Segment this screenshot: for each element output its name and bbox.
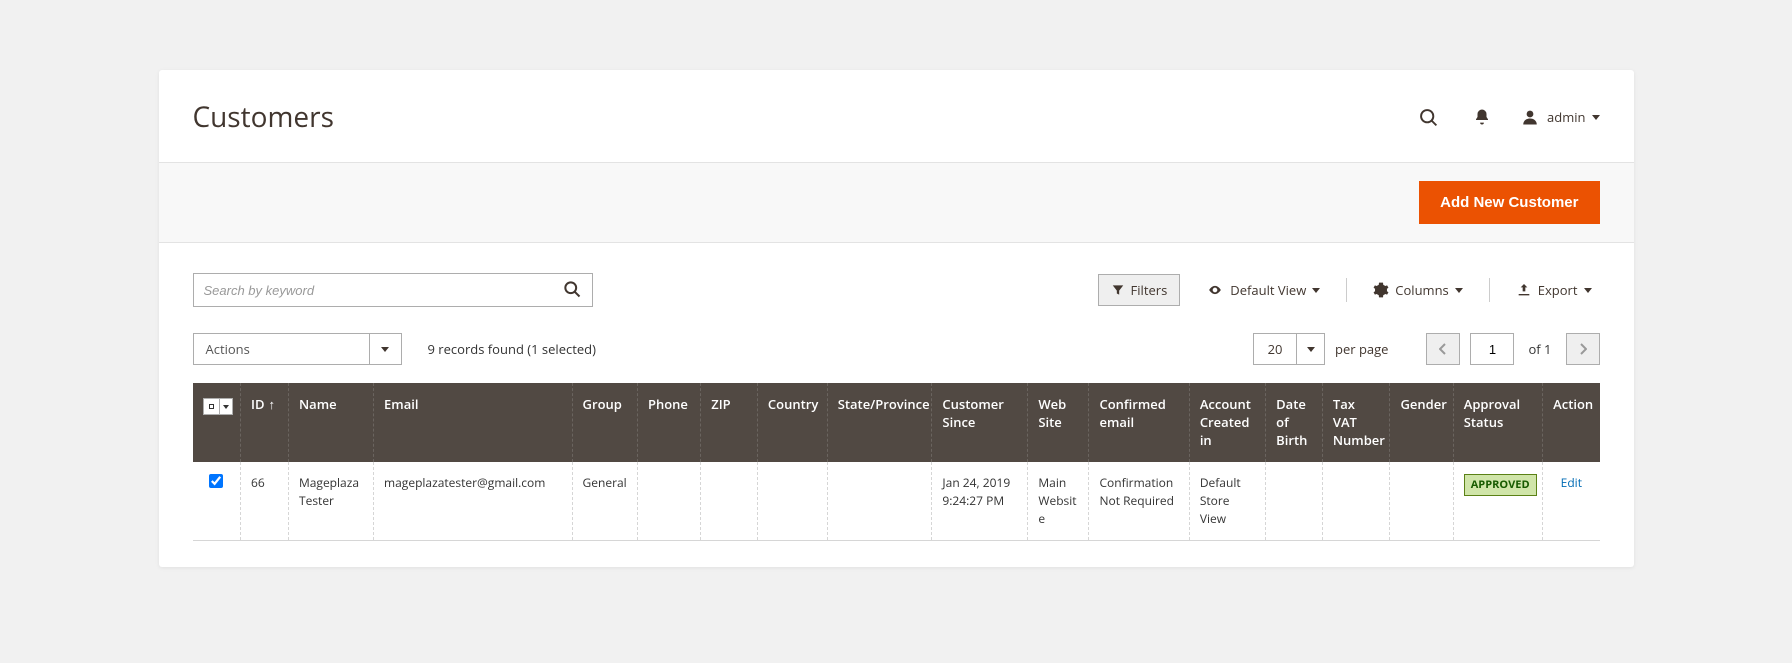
row-checkbox[interactable] [209, 474, 223, 488]
table-row[interactable]: 66 Mageplaza Tester mageplazatester@gmai… [193, 462, 1600, 541]
col-header-site[interactable]: Web Site [1028, 383, 1089, 462]
cell-zip [701, 462, 758, 541]
filters-button[interactable]: Filters [1098, 274, 1181, 306]
col-header-vat[interactable]: Tax VAT Number [1322, 383, 1390, 462]
export-dropdown[interactable]: Export [1508, 275, 1600, 305]
records-found-text: 9 records found (1 selected) [428, 340, 596, 358]
edit-link[interactable]: Edit [1561, 474, 1582, 491]
add-new-customer-button[interactable]: Add New Customer [1419, 181, 1599, 224]
search-input-wrap [193, 273, 593, 307]
user-icon [1521, 108, 1539, 126]
columns-dropdown[interactable]: Columns [1365, 275, 1470, 305]
chevron-down-icon [1584, 288, 1592, 293]
col-header-country[interactable]: Country [757, 383, 827, 462]
cell-id: 66 [240, 462, 288, 541]
chevron-down-icon [1592, 115, 1600, 120]
actions-label: Actions [194, 334, 369, 364]
default-view-label: Default View [1230, 281, 1306, 299]
chevron-down-icon [1455, 288, 1463, 293]
cell-group: General [572, 462, 637, 541]
cell-gender [1390, 462, 1453, 541]
cell-account-in: Default Store View [1189, 462, 1265, 541]
col-header-email[interactable]: Email [374, 383, 573, 462]
actions-dropdown[interactable]: Actions [193, 333, 402, 365]
per-page-value: 20 [1254, 334, 1296, 364]
per-page-dropdown[interactable]: 20 [1253, 333, 1325, 365]
page-title: Customers [193, 98, 334, 136]
cell-name: Mageplaza Tester [288, 462, 373, 541]
cell-state [827, 462, 932, 541]
cell-site: Main Website [1028, 462, 1089, 541]
notifications-button[interactable] [1469, 104, 1495, 130]
per-page-label: per page [1335, 340, 1388, 358]
per-page-caret [1296, 334, 1324, 364]
col-header-confirmed[interactable]: Confirmed email [1089, 383, 1189, 462]
eye-icon [1206, 283, 1224, 297]
cell-dob [1266, 462, 1323, 541]
next-page-button[interactable] [1566, 333, 1600, 365]
col-header-account-in[interactable]: Account Created in [1189, 383, 1265, 462]
col-header-id[interactable]: ID↑ [240, 383, 288, 462]
export-label: Export [1538, 281, 1578, 299]
status-badge: APPROVED [1464, 474, 1537, 497]
cell-since: Jan 24, 2019 9:24:27 PM [932, 462, 1028, 541]
col-header-gender[interactable]: Gender [1390, 383, 1453, 462]
gear-icon [1373, 282, 1389, 298]
user-name-label: admin [1547, 108, 1585, 126]
chevron-left-icon [1439, 343, 1447, 355]
prev-page-button[interactable] [1426, 333, 1460, 365]
col-header-action: Action [1543, 383, 1600, 462]
col-header-phone[interactable]: Phone [637, 383, 700, 462]
divider [1346, 278, 1347, 302]
bell-icon [1473, 108, 1491, 126]
col-header-group[interactable]: Group [572, 383, 637, 462]
col-header-approval[interactable]: Approval Status [1453, 383, 1542, 462]
customers-table: ID↑ Name Email Group Phone ZIP Country S… [193, 383, 1600, 541]
global-search-button[interactable] [1414, 103, 1443, 132]
search-icon [1418, 107, 1439, 128]
cell-approval: APPROVED [1453, 462, 1542, 541]
col-header-since[interactable]: Customer Since [932, 383, 1028, 462]
cell-vat [1322, 462, 1390, 541]
filters-label: Filters [1131, 281, 1168, 299]
actions-caret [369, 334, 401, 364]
sort-asc-icon: ↑ [268, 395, 275, 413]
search-submit-button[interactable] [562, 279, 582, 302]
cell-phone [637, 462, 700, 541]
chevron-down-icon [1312, 288, 1320, 293]
funnel-icon [1111, 283, 1125, 297]
cell-country [757, 462, 827, 541]
divider [1489, 278, 1490, 302]
current-page-input[interactable] [1470, 333, 1514, 365]
chevron-right-icon [1579, 343, 1587, 355]
search-input[interactable] [204, 283, 556, 298]
col-header-dob[interactable]: Date of Birth [1266, 383, 1323, 462]
page-of-text: of 1 [1528, 340, 1551, 358]
cell-confirmed: Confirmation Not Required [1089, 462, 1189, 541]
columns-label: Columns [1395, 281, 1448, 299]
select-all-control[interactable] [203, 398, 233, 415]
cell-email: mageplazatester@gmail.com [374, 462, 573, 541]
col-header-state[interactable]: State/Province [827, 383, 932, 462]
export-icon [1516, 282, 1532, 298]
col-header-zip[interactable]: ZIP [701, 383, 758, 462]
col-header-name[interactable]: Name [288, 383, 373, 462]
default-view-dropdown[interactable]: Default View [1198, 275, 1328, 305]
user-menu[interactable]: admin [1521, 108, 1599, 126]
search-icon [562, 279, 582, 299]
